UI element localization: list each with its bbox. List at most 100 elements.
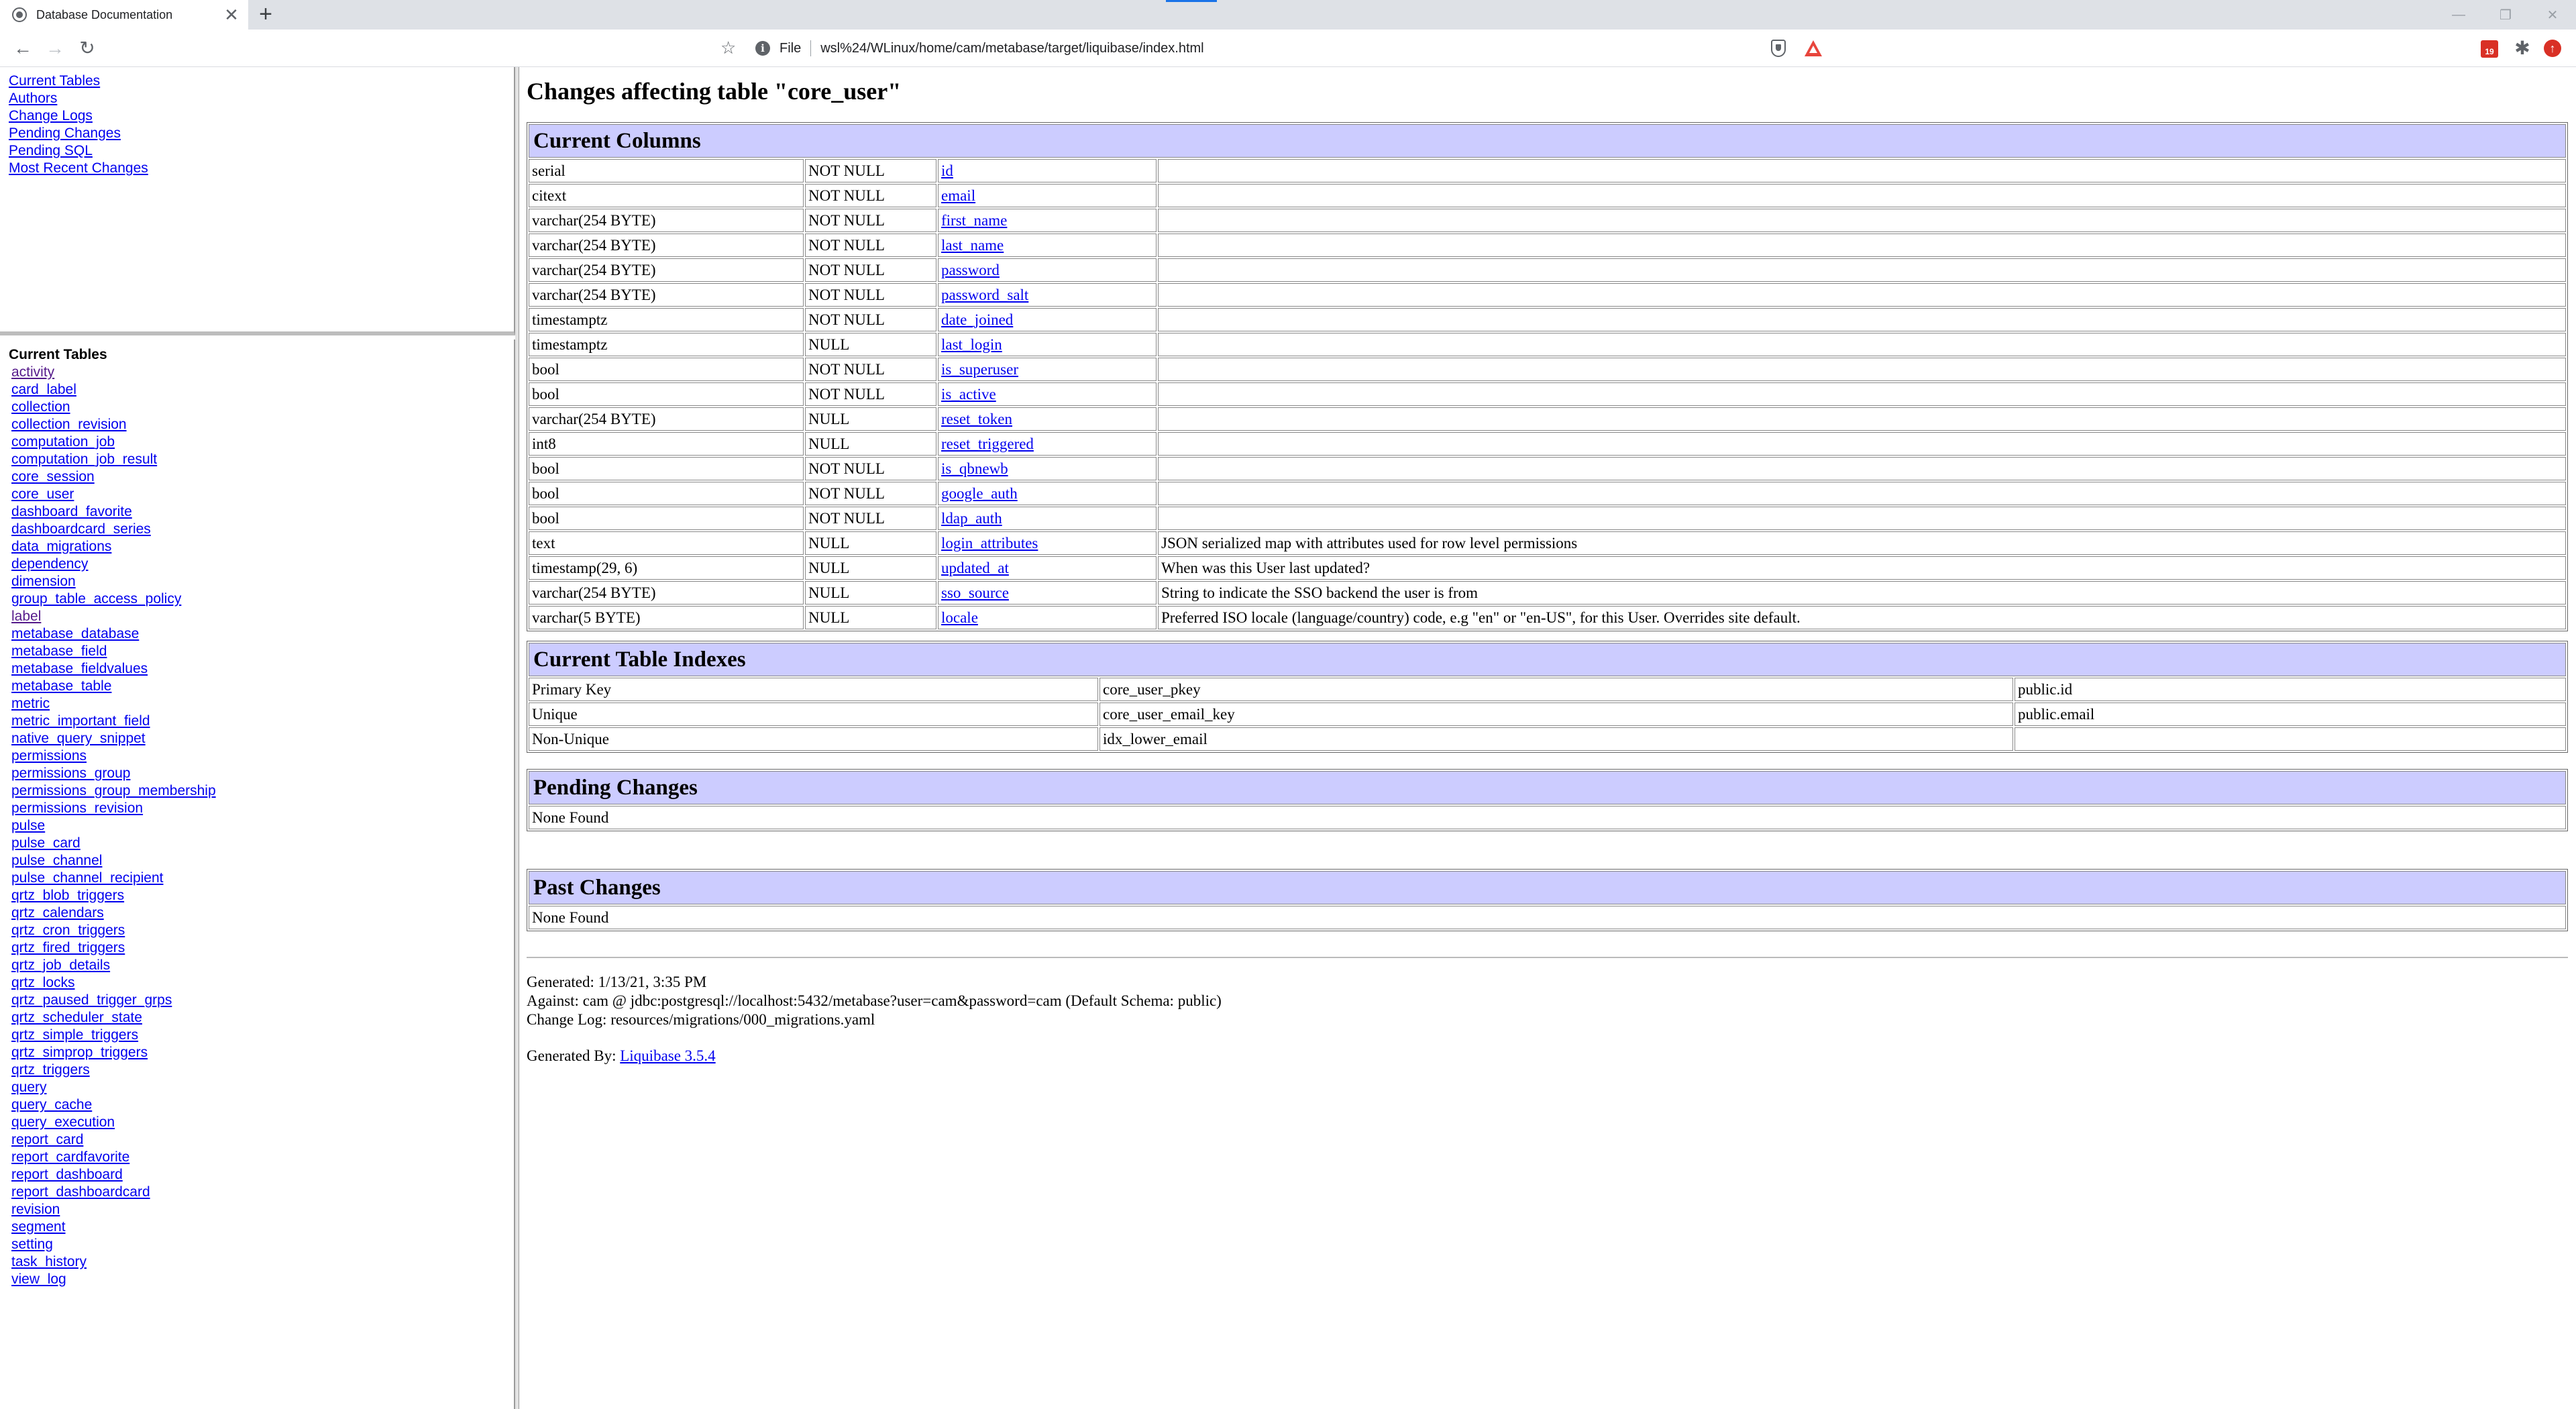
table-link[interactable]: task_history [11, 1253, 514, 1271]
column-name-link[interactable]: sso_source [941, 584, 1009, 601]
table-link[interactable]: label [11, 608, 514, 625]
back-button[interactable]: ← [11, 36, 35, 60]
table-link[interactable]: activity [11, 364, 514, 381]
column-name-link[interactable]: last_login [941, 336, 1002, 353]
nav-link-pending-changes[interactable]: Pending Changes [9, 125, 514, 142]
nav-link-authors[interactable]: Authors [9, 90, 514, 107]
nav-link-change-logs[interactable]: Change Logs [9, 107, 514, 125]
table-link[interactable]: qrtz_paused_trigger_grps [11, 992, 514, 1009]
calendar-extension-icon[interactable]: 19 [2481, 40, 2498, 58]
table-link[interactable]: qrtz_blob_triggers [11, 887, 514, 904]
table-link[interactable]: card_label [11, 381, 514, 399]
column-name-link[interactable]: last_name [941, 237, 1004, 254]
address-url[interactable]: wsl%24/WLinux/home/cam/metabase/target/l… [820, 41, 1203, 56]
table-link[interactable]: qrtz_simple_triggers [11, 1027, 514, 1044]
column-name-link[interactable]: locale [941, 609, 978, 626]
table-link[interactable]: pulse_channel [11, 852, 514, 870]
table-link[interactable]: metabase_field [11, 643, 514, 660]
column-name-link[interactable]: google_auth [941, 485, 1018, 502]
table-link[interactable]: permissions [11, 747, 514, 765]
table-link[interactable]: core_session [11, 468, 514, 486]
table-link[interactable]: metric [11, 695, 514, 713]
nav-link-most-recent-changes[interactable]: Most Recent Changes [9, 160, 514, 177]
column-name-link[interactable]: date_joined [941, 311, 1013, 328]
column-name-link[interactable]: first_name [941, 212, 1007, 229]
table-link[interactable]: segment [11, 1218, 514, 1236]
table-link[interactable]: qrtz_locks [11, 974, 514, 992]
table-link[interactable]: dashboard_favorite [11, 503, 514, 521]
table-link[interactable]: native_query_snippet [11, 730, 514, 747]
nav-link-current-tables[interactable]: Current Tables [9, 72, 514, 90]
table-link[interactable]: dashboardcard_series [11, 521, 514, 538]
extensions-puzzle-icon[interactable]: ✱ [2512, 38, 2533, 59]
minimize-button[interactable]: — [2435, 0, 2482, 30]
table-link[interactable]: report_dashboard [11, 1166, 514, 1184]
table-link[interactable]: metabase_table [11, 678, 514, 695]
table-link[interactable]: data_migrations [11, 538, 514, 556]
column-name-link[interactable]: id [941, 162, 953, 179]
tab-close-icon[interactable]: ✕ [221, 5, 241, 25]
brave-rewards-icon[interactable] [1805, 40, 1822, 56]
info-icon[interactable]: i [755, 41, 770, 56]
table-link[interactable]: query_cache [11, 1096, 514, 1114]
nav-link-pending-sql[interactable]: Pending SQL [9, 142, 514, 160]
table-link[interactable]: qrtz_calendars [11, 904, 514, 922]
table-link[interactable]: metric_important_field [11, 713, 514, 730]
column-name-link[interactable]: is_active [941, 386, 996, 403]
table-link[interactable]: report_dashboardcard [11, 1184, 514, 1201]
table-link[interactable]: collection [11, 399, 514, 416]
table-link[interactable]: metabase_fieldvalues [11, 660, 514, 678]
new-tab-button[interactable]: + [254, 3, 278, 27]
table-link[interactable]: dependency [11, 556, 514, 573]
table-link[interactable]: report_cardfavorite [11, 1149, 514, 1166]
table-link[interactable]: collection_revision [11, 416, 514, 433]
address-bar[interactable]: ☆ i File wsl%24/WLinux/home/cam/metabase… [720, 35, 1831, 62]
close-window-button[interactable]: ✕ [2529, 0, 2576, 30]
table-link[interactable]: setting [11, 1236, 514, 1253]
table-link[interactable]: query [11, 1079, 514, 1096]
column-name-link[interactable]: email [941, 187, 975, 204]
browser-tab[interactable]: Database Documentation ✕ [0, 0, 248, 30]
table-link[interactable]: qrtz_simprop_triggers [11, 1044, 514, 1061]
table-link[interactable]: dimension [11, 573, 514, 590]
column-name-link[interactable]: reset_triggered [941, 435, 1034, 452]
frame-divider[interactable] [515, 67, 519, 1409]
column-name-link[interactable]: reset_token [941, 411, 1012, 427]
table-link[interactable]: core_user [11, 486, 514, 503]
update-icon[interactable]: ↑ [2544, 40, 2561, 57]
table-link[interactable]: permissions_group_membership [11, 782, 514, 800]
table-link[interactable]: pulse_card [11, 835, 514, 852]
column-name-link[interactable]: ldap_auth [941, 510, 1002, 527]
table-link[interactable]: pulse [11, 817, 514, 835]
table-link[interactable]: report_card [11, 1131, 514, 1149]
liquibase-link[interactable]: Liquibase 3.5.4 [620, 1047, 715, 1064]
forward-button[interactable]: → [43, 36, 67, 60]
bookmark-icon[interactable]: ☆ [720, 38, 736, 58]
table-link[interactable]: metabase_database [11, 625, 514, 643]
column-name-cell: password_salt [938, 283, 1157, 307]
restore-button[interactable]: ❐ [2482, 0, 2529, 30]
column-remarks-cell [1158, 457, 2566, 480]
column-name-link[interactable]: password [941, 262, 1000, 278]
column-name-link[interactable]: is_superuser [941, 361, 1018, 378]
table-link[interactable]: computation_job_result [11, 451, 514, 468]
table-link[interactable]: view_log [11, 1271, 514, 1288]
column-name-link[interactable]: is_qbnewb [941, 460, 1008, 477]
table-link[interactable]: computation_job [11, 433, 514, 451]
brave-shield-icon[interactable] [1771, 40, 1786, 57]
table-link[interactable]: permissions_group [11, 765, 514, 782]
table-link[interactable]: query_execution [11, 1114, 514, 1131]
reload-button[interactable]: ↻ [75, 36, 99, 60]
column-name-link[interactable]: password_salt [941, 286, 1028, 303]
column-name-link[interactable]: updated_at [941, 560, 1009, 576]
table-link[interactable]: pulse_channel_recipient [11, 870, 514, 887]
table-link[interactable]: qrtz_job_details [11, 957, 514, 974]
table-link[interactable]: qrtz_scheduler_state [11, 1009, 514, 1027]
column-name-link[interactable]: login_attributes [941, 535, 1038, 552]
table-link[interactable]: group_table_access_policy [11, 590, 514, 608]
table-link[interactable]: qrtz_fired_triggers [11, 939, 514, 957]
table-link[interactable]: permissions_revision [11, 800, 514, 817]
table-link[interactable]: revision [11, 1201, 514, 1218]
table-link[interactable]: qrtz_cron_triggers [11, 922, 514, 939]
table-link[interactable]: qrtz_triggers [11, 1061, 514, 1079]
